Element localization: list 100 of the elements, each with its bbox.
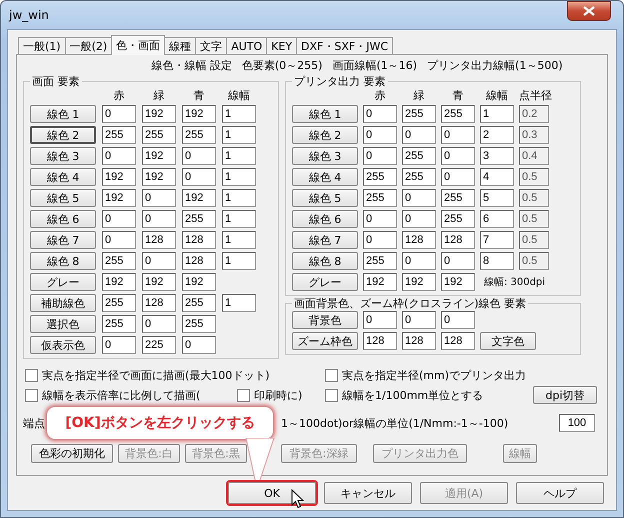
color-button[interactable]: 線色 2 — [292, 126, 358, 144]
color-button[interactable]: 仮表示色 — [30, 336, 96, 354]
value-field[interactable]: 255 — [441, 105, 475, 123]
color-button[interactable]: 線色 2 — [30, 126, 96, 144]
color-button[interactable]: 線色 6 — [292, 210, 358, 228]
value-field[interactable]: 255 — [441, 210, 475, 228]
color-button[interactable]: 選択色 — [30, 315, 96, 333]
value-field[interactable]: 1 — [222, 105, 256, 123]
value-field[interactable]: 192 — [102, 273, 136, 291]
checkbox[interactable] — [25, 388, 38, 402]
value-field[interactable]: 0 — [102, 231, 136, 249]
value-field[interactable]: 0 — [402, 311, 436, 329]
value-field[interactable]: 0 — [102, 336, 136, 354]
checkbox[interactable] — [25, 368, 38, 382]
value-field[interactable]: 0 — [441, 168, 475, 186]
value-field[interactable]: 255 — [363, 252, 397, 270]
value-field[interactable]: 1 — [222, 126, 256, 144]
value-field[interactable]: 192 — [102, 189, 136, 207]
value-field[interactable]: 255 — [363, 168, 397, 186]
value-field[interactable]: 255 — [102, 315, 136, 333]
value-field[interactable]: 0 — [441, 147, 475, 165]
value-field[interactable]: 3 — [480, 147, 514, 165]
value-field[interactable]: 0 — [441, 252, 475, 270]
value-field[interactable]: 0 — [402, 210, 436, 228]
tab[interactable]: 一般(1) — [18, 37, 66, 54]
value-field[interactable]: 0 — [142, 189, 176, 207]
value-field[interactable]: 192 — [142, 168, 176, 186]
value-field[interactable]: 0 — [363, 231, 397, 249]
tab[interactable]: DXF・SXF・JWC — [296, 37, 394, 54]
value-field[interactable]: 192 — [182, 273, 216, 291]
value-field[interactable]: 128 — [363, 332, 397, 350]
value-field[interactable]: 192 — [102, 168, 136, 186]
color-button[interactable]: 線色 3 — [30, 147, 96, 165]
value-field[interactable]: 4 — [480, 168, 514, 186]
value-field[interactable]: 0 — [363, 105, 397, 123]
value-field[interactable]: 255 — [441, 189, 475, 207]
value-field[interactable]: 0 — [182, 147, 216, 165]
checkbox[interactable] — [325, 388, 338, 402]
value-field[interactable]: 128 — [182, 252, 216, 270]
value-field[interactable]: 8 — [480, 252, 514, 270]
checkbox[interactable] — [325, 368, 338, 382]
checkbox[interactable] — [237, 388, 250, 402]
value-field[interactable]: 0 — [102, 105, 136, 123]
value-field[interactable]: 1 — [222, 294, 256, 312]
value-field[interactable]: 192 — [402, 273, 436, 291]
value-field[interactable]: 1 — [222, 210, 256, 228]
value-field[interactable]: 128 — [182, 231, 216, 249]
value-field[interactable]: 0 — [402, 189, 436, 207]
value-field[interactable]: 255 — [402, 147, 436, 165]
value-field[interactable]: 0 — [363, 311, 397, 329]
value-field[interactable]: 5 — [480, 189, 514, 207]
color-button[interactable]: グレー — [30, 273, 96, 291]
color-button[interactable]: グレー — [292, 273, 358, 291]
color-button[interactable]: 背景色 — [292, 311, 358, 329]
color-button[interactable]: 線色 6 — [30, 210, 96, 228]
value-field[interactable]: 0 — [363, 147, 397, 165]
color-button[interactable]: 線色 3 — [292, 147, 358, 165]
value-field[interactable]: 1 — [222, 252, 256, 270]
value-field[interactable]: 0 — [142, 210, 176, 228]
value-field[interactable]: 0 — [142, 252, 176, 270]
value-field[interactable]: 0 — [441, 126, 475, 144]
value-field[interactable]: 128 — [441, 332, 475, 350]
value-field[interactable]: 0 — [142, 315, 176, 333]
color-button[interactable]: 線色 8 — [30, 252, 96, 270]
value-field[interactable]: 255 — [402, 168, 436, 186]
text-color-button[interactable]: 文字色 — [480, 332, 536, 350]
value-field[interactable]: 1 — [222, 189, 256, 207]
value-field[interactable]: 255 — [182, 210, 216, 228]
value-field[interactable]: 0 — [182, 336, 216, 354]
value-field[interactable]: 192 — [182, 105, 216, 123]
value-field[interactable]: 128 — [402, 332, 436, 350]
value-field[interactable]: 225 — [142, 336, 176, 354]
value-field[interactable]: 255 — [402, 105, 436, 123]
value-field[interactable]: 7 — [480, 231, 514, 249]
tab[interactable]: 文字 — [195, 37, 228, 54]
value-field[interactable]: 255 — [142, 126, 176, 144]
tab[interactable]: 線種 — [164, 37, 196, 54]
color-button[interactable]: 補助線色 — [30, 294, 96, 312]
value-field[interactable]: 255 — [102, 126, 136, 144]
value-field[interactable]: 100 — [559, 414, 595, 432]
value-field[interactable]: 255 — [363, 189, 397, 207]
value-field[interactable]: 0 — [102, 147, 136, 165]
value-field[interactable]: 0 — [402, 252, 436, 270]
color-button[interactable]: 線色 4 — [30, 168, 96, 186]
value-field[interactable]: 0 — [363, 126, 397, 144]
value-field[interactable]: 255 — [182, 315, 216, 333]
color-button[interactable]: 線色 4 — [292, 168, 358, 186]
close-button[interactable] — [567, 1, 611, 21]
value-field[interactable]: 255 — [182, 294, 216, 312]
value-field[interactable]: 192 — [142, 147, 176, 165]
value-field[interactable]: 1 — [222, 147, 256, 165]
value-field[interactable]: 255 — [182, 126, 216, 144]
value-field[interactable]: 128 — [142, 294, 176, 312]
value-field[interactable]: 128 — [402, 231, 436, 249]
value-field[interactable]: 1 — [480, 105, 514, 123]
color-button[interactable]: 線色 7 — [292, 231, 358, 249]
value-field[interactable]: 0 — [102, 210, 136, 228]
tab[interactable]: 色・画面 — [111, 35, 166, 55]
dialog-button[interactable]: ヘルプ — [516, 482, 604, 504]
value-field[interactable]: 0 — [363, 210, 397, 228]
